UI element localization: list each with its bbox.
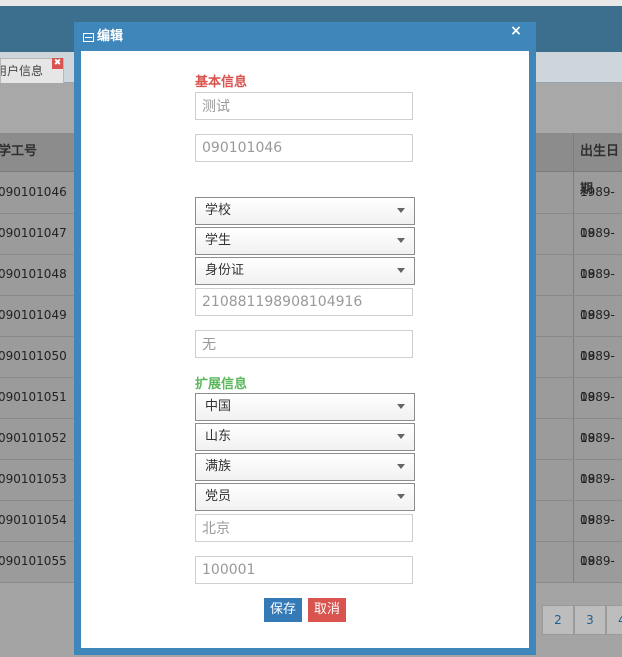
dialog-title: 编辑: [97, 29, 124, 44]
pager-page-4[interactable]: 4: [606, 605, 622, 635]
row-birth: 1989-08: [580, 226, 615, 281]
row-id: 090101054: [0, 513, 67, 527]
country-value: 中国: [205, 399, 232, 414]
chevron-down-icon: [397, 434, 405, 439]
row-id: 090101053: [0, 472, 67, 486]
column-header-id[interactable]: 学工号: [0, 133, 37, 171]
row-birth: 1989-08: [580, 513, 615, 568]
chevron-down-icon: [397, 268, 405, 273]
organization-value: 学校: [205, 203, 232, 218]
ethnicity-select[interactable]: 满族: [195, 453, 415, 481]
political-value: 党员: [205, 489, 232, 504]
row-id: 090101051: [0, 390, 67, 404]
row-id: 090101046: [0, 185, 67, 199]
row-birth: 1989-08: [580, 431, 615, 486]
role-select[interactable]: 学生: [195, 227, 415, 255]
row-birth: 1989-08: [580, 554, 615, 609]
id-number-input[interactable]: [195, 288, 413, 316]
row-id: 090101047: [0, 226, 67, 240]
chevron-down-icon: [397, 404, 405, 409]
id-type-value: 身份证: [205, 263, 245, 278]
dialog-body: 基本信息 男 女 学校 学生 身份证 扩展信息 中国: [81, 51, 529, 648]
political-select[interactable]: 党员: [195, 483, 415, 511]
organization-select[interactable]: 学校: [195, 197, 415, 225]
row-birth: 1989-08: [580, 267, 615, 322]
city-input[interactable]: [195, 514, 413, 542]
row-birth: 1989-08: [580, 472, 615, 527]
basic-info-heading: 基本信息: [195, 75, 248, 90]
chevron-down-icon: [397, 494, 405, 499]
tab-close-icon[interactable]: ✖: [52, 58, 63, 69]
chevron-down-icon: [397, 464, 405, 469]
postcode-input[interactable]: [195, 556, 413, 584]
row-id: 090101055: [0, 554, 67, 568]
row-birth: 1989-08: [580, 349, 615, 404]
row-id: 090101052: [0, 431, 67, 445]
province-select[interactable]: 山东: [195, 423, 415, 451]
dialog-title-bar: 编辑: [83, 28, 123, 46]
id-type-select[interactable]: 身份证: [195, 257, 415, 285]
chevron-down-icon: [397, 208, 405, 213]
save-button[interactable]: 保存: [264, 598, 303, 622]
column-header-birth[interactable]: 出生日期: [580, 133, 622, 197]
row-id: 090101048: [0, 267, 67, 281]
row-birth: 1989-08: [580, 390, 615, 445]
window-icon: [83, 32, 94, 42]
row-id: 090101050: [0, 349, 67, 363]
chevron-down-icon: [397, 238, 405, 243]
remark-input[interactable]: [195, 330, 413, 358]
edit-dialog: 编辑 × 基本信息 男 女 学校 学生 身份证 扩展信息 中国: [74, 22, 536, 655]
row-birth: 1989-08: [580, 185, 615, 240]
tab-label: 用户信息: [1, 64, 44, 78]
country-select[interactable]: 中国: [195, 393, 415, 421]
cancel-button[interactable]: 取消: [308, 598, 347, 622]
name-input[interactable]: [195, 92, 413, 120]
extended-info-heading: 扩展信息: [195, 377, 248, 392]
role-value: 学生: [205, 233, 232, 248]
row-id: 090101049: [0, 308, 67, 322]
pager-page-3[interactable]: 3: [574, 605, 606, 635]
pager-page-2[interactable]: 2: [542, 605, 574, 635]
ethnicity-value: 满族: [205, 459, 232, 474]
number-input[interactable]: [195, 134, 413, 162]
close-icon[interactable]: ×: [508, 22, 524, 40]
row-birth: 1989-08: [580, 308, 615, 363]
province-value: 山东: [205, 429, 232, 444]
